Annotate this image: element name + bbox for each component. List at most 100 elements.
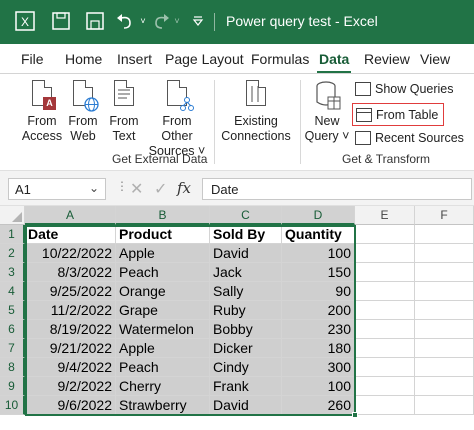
show-queries-button[interactable]: Show Queries: [355, 79, 454, 99]
cell-sold-by[interactable]: Ruby: [210, 301, 282, 320]
cell-date[interactable]: 9/21/2022: [25, 339, 116, 358]
cell-sold-by[interactable]: David: [210, 396, 282, 415]
empty-cell[interactable]: [415, 339, 474, 358]
tab-page-layout[interactable]: Page Layout: [165, 51, 244, 67]
cell-date[interactable]: 9/6/2022: [25, 396, 116, 415]
cell-sold-by[interactable]: Frank: [210, 377, 282, 396]
row-header[interactable]: 2: [0, 244, 25, 263]
from-table-button[interactable]: From Table: [352, 103, 445, 126]
row-header[interactable]: 5: [0, 301, 25, 320]
empty-cell[interactable]: [415, 263, 474, 282]
autosave-icon[interactable]: [84, 10, 106, 32]
cell-product[interactable]: Apple: [116, 339, 210, 358]
cell-product[interactable]: Watermelon: [116, 320, 210, 339]
cell-date[interactable]: 9/2/2022: [25, 377, 116, 396]
cell-product[interactable]: Orange: [116, 282, 210, 301]
empty-cell[interactable]: [355, 377, 415, 396]
cell-date[interactable]: 10/22/2022: [25, 244, 116, 263]
row-header[interactable]: 4: [0, 282, 25, 301]
cell-sold-by[interactable]: Sally: [210, 282, 282, 301]
cell-product[interactable]: Peach: [116, 358, 210, 377]
name-box[interactable]: A1 ⌄: [8, 178, 106, 200]
from-text-button[interactable]: From Text: [106, 80, 142, 144]
row-header[interactable]: 8: [0, 358, 25, 377]
column-header-f[interactable]: F: [415, 206, 474, 225]
cell-date[interactable]: 8/19/2022: [25, 320, 116, 339]
tab-formulas[interactable]: Formulas: [251, 51, 309, 67]
cell-quantity[interactable]: 100: [282, 244, 355, 263]
row-header[interactable]: 1: [0, 225, 25, 244]
column-header-c[interactable]: C: [210, 206, 282, 225]
empty-cell[interactable]: [355, 282, 415, 301]
empty-cell[interactable]: [355, 339, 415, 358]
undo-dropdown-icon[interactable]: ˅: [138, 10, 148, 32]
cell-sold-by[interactable]: Bobby: [210, 320, 282, 339]
cell-quantity[interactable]: 150: [282, 263, 355, 282]
empty-cell[interactable]: [415, 377, 474, 396]
empty-cell[interactable]: [355, 396, 415, 415]
cancel-icon[interactable]: ✕: [130, 179, 143, 199]
empty-cell[interactable]: [415, 225, 474, 244]
cell-product[interactable]: Cherry: [116, 377, 210, 396]
empty-cell[interactable]: [355, 225, 415, 244]
cell-sold-by[interactable]: Jack: [210, 263, 282, 282]
row-header[interactable]: 7: [0, 339, 25, 358]
cell-quantity[interactable]: 90: [282, 282, 355, 301]
from-access-button[interactable]: A From Access: [20, 80, 64, 144]
cell-date[interactable]: 9/4/2022: [25, 358, 116, 377]
cell-quantity[interactable]: 260: [282, 396, 355, 415]
cell-quantity[interactable]: 230: [282, 320, 355, 339]
tab-file[interactable]: File: [21, 51, 44, 67]
recent-sources-button[interactable]: Recent Sources: [355, 128, 464, 148]
formula-input[interactable]: Date: [202, 178, 472, 200]
select-all-corner[interactable]: [0, 206, 25, 225]
empty-cell[interactable]: [355, 320, 415, 339]
cell-sold-by[interactable]: Cindy: [210, 358, 282, 377]
empty-cell[interactable]: [415, 301, 474, 320]
row-header[interactable]: 6: [0, 320, 25, 339]
customize-icon[interactable]: [190, 10, 206, 32]
empty-cell[interactable]: [415, 282, 474, 301]
empty-cell[interactable]: [415, 244, 474, 263]
empty-cell[interactable]: [355, 263, 415, 282]
column-header-d[interactable]: D: [282, 206, 355, 225]
empty-cell[interactable]: [415, 358, 474, 377]
tab-insert[interactable]: Insert: [117, 51, 152, 67]
name-box-dropdown-icon[interactable]: ⌄: [89, 181, 99, 195]
cell-quantity[interactable]: 100: [282, 377, 355, 396]
empty-cell[interactable]: [355, 301, 415, 320]
header-cell-product[interactable]: Product: [116, 225, 210, 244]
header-cell-sold-by[interactable]: Sold By: [210, 225, 282, 244]
empty-cell[interactable]: [355, 244, 415, 263]
cell-product[interactable]: Strawberry: [116, 396, 210, 415]
column-header-e[interactable]: E: [355, 206, 415, 225]
cell-product[interactable]: Peach: [116, 263, 210, 282]
cell-date[interactable]: 9/25/2022: [25, 282, 116, 301]
spreadsheet-grid[interactable]: A B C D E F 1 Date Product Sold By Quantity 2…: [0, 206, 474, 430]
header-cell-date[interactable]: Date: [25, 225, 116, 244]
insert-function-icon[interactable]: fx: [177, 179, 191, 197]
tab-review[interactable]: Review: [364, 51, 410, 67]
redo-icon[interactable]: [150, 10, 172, 32]
from-web-button[interactable]: From Web: [64, 80, 102, 144]
undo-icon[interactable]: [114, 10, 136, 32]
redo-dropdown-icon[interactable]: ˅: [172, 10, 182, 32]
enter-icon[interactable]: ✓: [154, 179, 167, 199]
empty-cell[interactable]: [415, 396, 474, 415]
existing-connections-button[interactable]: Existing Connections: [220, 80, 292, 144]
row-header[interactable]: 10: [0, 396, 25, 415]
empty-cell[interactable]: [355, 358, 415, 377]
row-header[interactable]: 3: [0, 263, 25, 282]
tab-view[interactable]: View: [420, 51, 450, 67]
row-header[interactable]: 9: [0, 377, 25, 396]
cell-sold-by[interactable]: David: [210, 244, 282, 263]
cell-quantity[interactable]: 300: [282, 358, 355, 377]
column-header-a[interactable]: A: [25, 206, 116, 225]
cell-date[interactable]: 11/2/2022: [25, 301, 116, 320]
tab-home[interactable]: Home: [65, 51, 102, 67]
header-cell-quantity[interactable]: Quantity: [282, 225, 355, 244]
tab-data[interactable]: Data: [319, 51, 349, 67]
new-query-button[interactable]: New Query ˅: [304, 80, 350, 144]
cell-sold-by[interactable]: Dicker: [210, 339, 282, 358]
empty-cell[interactable]: [415, 320, 474, 339]
